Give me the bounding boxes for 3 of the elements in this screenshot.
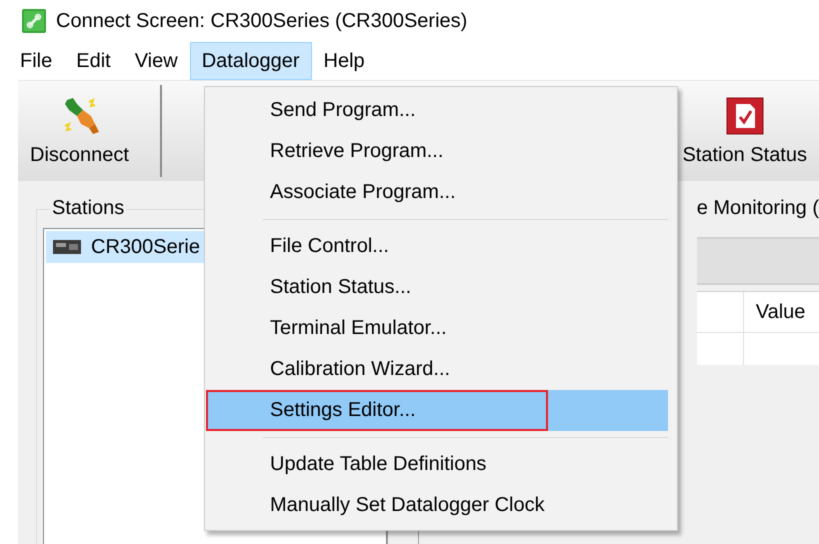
column-header: Value xyxy=(754,300,806,324)
group-label: e Monitoring ( xyxy=(696,197,819,221)
window-title: Connect Screen: CR300Series (CR300Series) xyxy=(56,10,468,32)
